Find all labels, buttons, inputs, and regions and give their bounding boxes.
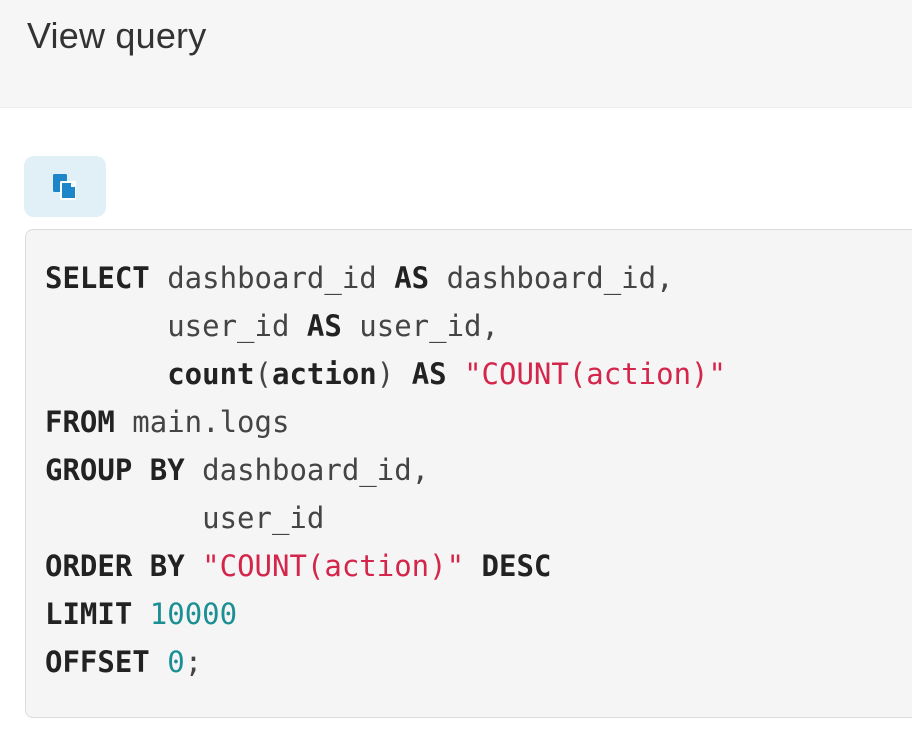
view-query-modal: View query SELECT dashboard_id AS dashbo… [0, 0, 912, 754]
modal-title: View query [27, 15, 207, 56]
sql-line: user_id AS user_id, [45, 302, 726, 350]
sql-keyword: OFFSET [45, 645, 150, 679]
sql-text: dashboard_id, [429, 261, 674, 295]
sql-keyword: LIMIT [45, 597, 133, 631]
sql-line: OFFSET 0; [45, 638, 726, 686]
sql-number: 10000 [149, 597, 238, 631]
sql-identifier: action [272, 357, 377, 391]
sql-line: ORDER BY "COUNT(action)" DESC [45, 542, 726, 590]
sql-text: ) [376, 357, 412, 391]
modal-header: View query [0, 0, 912, 108]
sql-number: 0 [167, 645, 185, 679]
sql-string: "COUNT(action)" [202, 549, 465, 583]
copy-icon [52, 173, 78, 201]
sql-text: main.logs [114, 405, 290, 439]
sql-line: GROUP BY dashboard_id, [45, 446, 726, 494]
sql-text: ; [184, 645, 203, 679]
sql-line: user_id [45, 494, 726, 542]
sql-keyword: FROM [45, 405, 115, 439]
sql-code-block[interactable]: SELECT dashboard_id AS dashboard_id, use… [25, 229, 912, 718]
sql-text: user_id [45, 309, 307, 343]
sql-keyword: GROUP BY [45, 453, 185, 487]
sql-identifier: count [167, 357, 255, 391]
sql-keyword: ORDER BY [45, 549, 185, 583]
sql-line: count(action) AS "COUNT(action)" [45, 350, 726, 398]
sql-line: SELECT dashboard_id AS dashboard_id, [45, 254, 726, 302]
sql-keyword: AS [394, 261, 430, 295]
sql-line: FROM main.logs [45, 398, 726, 446]
sql-query: SELECT dashboard_id AS dashboard_id, use… [45, 254, 726, 686]
sql-keyword: AS [306, 309, 342, 343]
sql-string: "COUNT(action)" [464, 357, 726, 391]
sql-text: user_id, [341, 309, 499, 343]
sql-line: LIMIT 10000 [45, 590, 726, 638]
sql-keyword: DESC [481, 549, 552, 583]
sql-keyword: AS [411, 357, 447, 391]
sql-text: dashboard_id, [184, 453, 430, 487]
sql-text: dashboard_id [149, 261, 395, 295]
sql-text: user_id [45, 501, 325, 535]
sql-keyword: SELECT [45, 261, 150, 295]
copy-to-clipboard-button[interactable] [24, 156, 106, 217]
sql-text: ( [254, 357, 272, 391]
